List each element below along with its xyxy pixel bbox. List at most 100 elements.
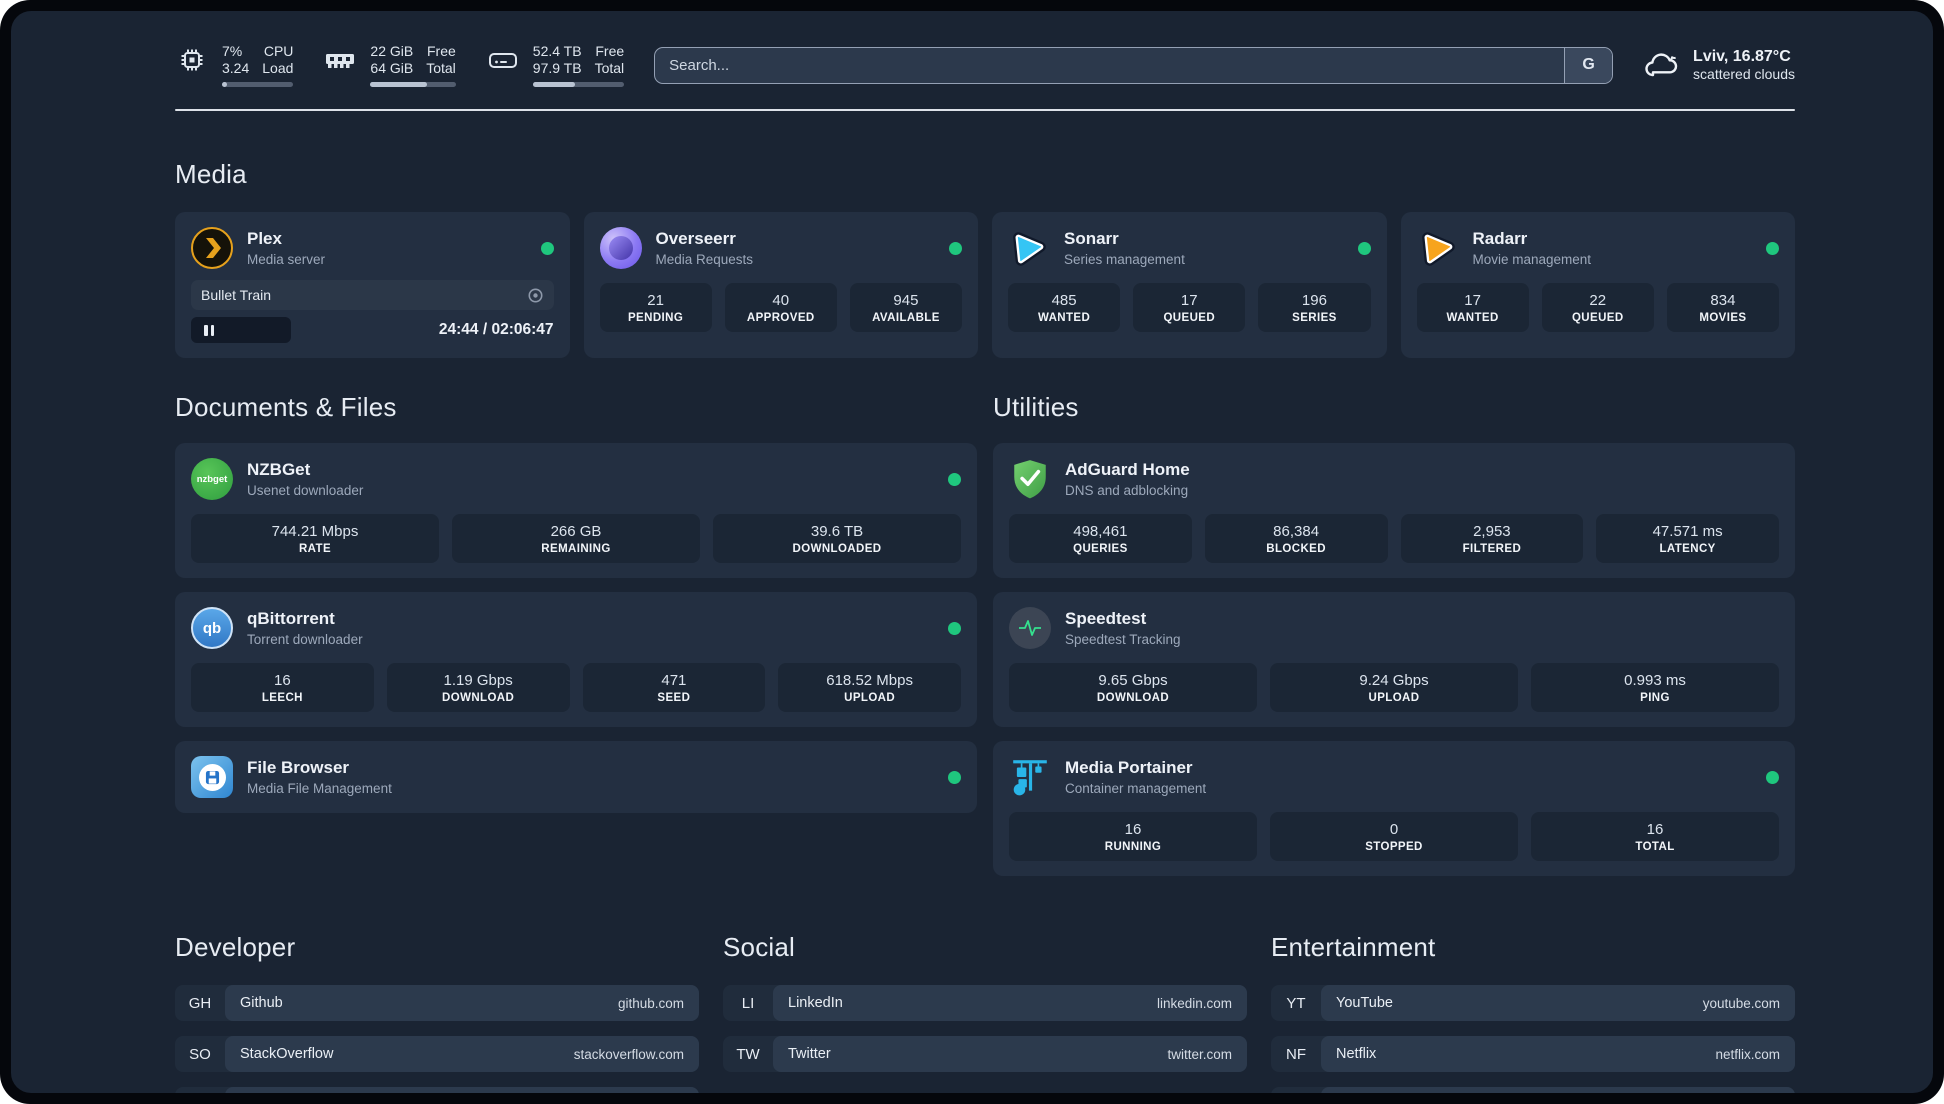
app-desc: Series management [1064, 252, 1185, 267]
link-row-dev[interactable]: DT DEVdev.to [175, 1087, 699, 1093]
filebrowser-icon [191, 756, 233, 798]
pause-icon [204, 324, 208, 336]
app-desc: Movie management [1472, 252, 1592, 267]
link-row-linkedin[interactable]: LI LinkedIn linkedin.com [723, 985, 1247, 1021]
link-row-youtube[interactable]: YT YouTube youtube.com [1271, 985, 1795, 1021]
section-title-entertainment: Entertainment [1271, 932, 1436, 962]
stat-pending: 21 PENDING [599, 283, 712, 332]
app-desc: Media File Management [247, 781, 392, 796]
stat-wanted: 485 WANTED [1008, 283, 1121, 332]
link-url: linkedin.com [1156, 995, 1232, 1011]
header-divider [175, 109, 1795, 111]
link-url: youtube.com [1702, 995, 1780, 1011]
link-row-twitter[interactable]: TW Twitter twitter.com [723, 1036, 1247, 1072]
cpu-load-value: 3.24 [222, 60, 250, 76]
now-playing-widget: Bullet Train 24:44 / 02:06:47 [191, 280, 554, 343]
stat-series: 196 SERIES [1258, 283, 1371, 332]
app-name: Sonarr [1064, 229, 1119, 248]
link-tag: YT [1286, 994, 1306, 1012]
app-desc: Media server [247, 252, 326, 267]
disk-free-label: Free [595, 43, 625, 59]
stat-approved: 40 APPROVED [724, 283, 837, 332]
app-name: File Browser [247, 758, 350, 777]
target-icon[interactable] [527, 287, 544, 304]
section-title-developer: Developer [175, 932, 296, 962]
app-card-sonarr[interactable]: Sonarr Series management 485 WANTED 17 QUE… [992, 212, 1387, 358]
stat-queued: 17 QUEUED [1133, 283, 1246, 332]
app-card-filebrowser[interactable]: File Browser Media File Management [175, 741, 977, 813]
links-section-developer: Developer GH Github github.com SO StackOv… [175, 932, 699, 1093]
app-name: Radarr [1472, 229, 1528, 248]
status-dot-online [1357, 241, 1371, 255]
app-card-qbittorrent[interactable]: qb qBittorrent Torrent downloader 16 LEEC… [175, 592, 977, 727]
stat-running: 16 RUNNING [1009, 812, 1257, 861]
ram-total-value: 64 GiB [370, 60, 414, 76]
stat-download: 1.19 Gbps DOWNLOAD [386, 663, 570, 712]
cpu-label: CPU [263, 43, 294, 59]
link-row-netflix[interactable]: NF Netflix netflix.com [1271, 1036, 1795, 1072]
stat-stopped: 0 STOPPED [1270, 812, 1518, 861]
app-card-radarr[interactable]: Radarr Movie management 17 WANTED 22 QUEUE… [1400, 212, 1795, 358]
link-name: YouTube [1336, 995, 1393, 1011]
now-playing-title: Bullet Train [201, 287, 272, 303]
disk-total-value: 97.9 TB [532, 60, 582, 76]
link-name: Github [240, 995, 283, 1011]
app-card-speedtest[interactable]: Speedtest Speedtest Tracking 9.65 Gbps DO… [993, 592, 1795, 727]
app-desc: DNS and adblocking [1065, 483, 1189, 498]
link-tag: DT [175, 1087, 225, 1093]
app-card-adguard[interactable]: AdGuard Home DNS and adblocking 498,461 Q… [993, 443, 1795, 578]
status-dot-online [1766, 241, 1779, 255]
ram-progress-bar [370, 82, 456, 87]
status-dot-online [948, 770, 961, 784]
weather-condition: scattered clouds [1693, 66, 1795, 82]
link-row-stackoverflow[interactable]: SO StackOverflow stackoverflow.com [175, 1036, 699, 1072]
media-card-grid: Plex Media server Bullet Train 24:44 / 0… [175, 212, 1795, 358]
app-card-plex[interactable]: Plex Media server Bullet Train 24:44 / 0… [175, 212, 570, 358]
disk-progress-bar [532, 82, 625, 87]
disk-total-label: Total [594, 60, 625, 76]
stat-queued: 22 QUEUED [1541, 283, 1654, 332]
portainer-icon [1009, 756, 1051, 798]
ram-total-label: Total [426, 60, 456, 76]
app-desc: Usenet downloader [247, 483, 364, 498]
link-url: twitter.com [1167, 1046, 1232, 1062]
cpu-icon [175, 45, 209, 75]
link-row-reddit[interactable]: RE Redditreddit.com [1271, 1087, 1795, 1093]
pause-icon [210, 324, 214, 336]
app-card-nzbget[interactable]: nzbget NZBGet Usenet downloader 744.21 M… [175, 443, 977, 578]
app-card-portainer[interactable]: Media Portainer Container management 16 R… [993, 741, 1795, 876]
section-title-social: Social [723, 932, 796, 962]
disk-stat: 52.4 TB 97.9 TB Free Total [486, 43, 625, 87]
stat-upload: 9.24 Gbps UPLOAD [1270, 663, 1518, 712]
link-tag: RE [1271, 1087, 1321, 1093]
stat-movies: 834 MOVIES [1666, 283, 1780, 332]
link-row-github[interactable]: GH Github github.com [175, 985, 699, 1021]
app-name: qBittorrent [247, 609, 335, 628]
search-engine-button[interactable]: G [1564, 47, 1613, 83]
search-bar: G [654, 46, 1614, 84]
dashboard-panel: 7% 3.24 CPU Load 22 GiB 64 GiB Free Tota… [11, 11, 1933, 1093]
app-name: NZBGet [247, 460, 311, 479]
app-name: Speedtest [1065, 609, 1147, 628]
section-title-media: Media [175, 159, 247, 189]
app-name: AdGuard Home [1065, 460, 1190, 479]
stat-rate: 744.21 Mbps RATE [191, 514, 439, 563]
stat-download: 9.65 Gbps DOWNLOAD [1009, 663, 1257, 712]
overseerr-icon [599, 227, 642, 269]
link-name: StackOverflow [240, 1046, 334, 1062]
disk-icon [486, 47, 520, 73]
app-name: Overseerr [655, 229, 736, 248]
search-input[interactable] [655, 47, 1565, 83]
app-card-overseerr[interactable]: Overseerr Media Requests 21 PENDING 40 APP… [583, 212, 978, 358]
stat-seed: 471 SEED [582, 663, 766, 712]
pause-button[interactable] [191, 317, 291, 343]
stat-ping: 0.993 ms PING [1531, 663, 1779, 712]
cpu-progress-bar [222, 82, 294, 87]
link-tag: NF [1286, 1045, 1306, 1063]
ram-stat: 22 GiB 64 GiB Free Total [323, 43, 456, 87]
status-dot-online [948, 472, 961, 486]
cpu-load-label: Load [262, 60, 294, 76]
app-name: Plex [247, 229, 282, 248]
link-tag: LI [741, 994, 755, 1012]
stat-remaining: 266 GB REMAINING [452, 514, 700, 563]
